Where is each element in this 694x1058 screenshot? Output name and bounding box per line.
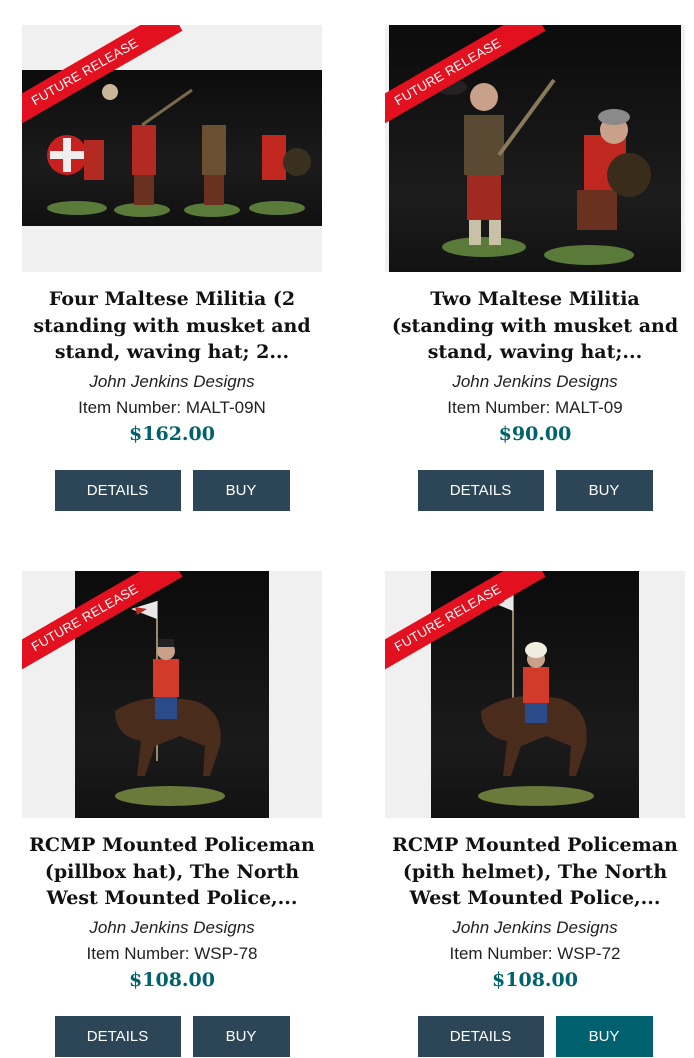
product-image[interactable]: FUTURE RELEASE (385, 25, 685, 272)
buy-button[interactable]: BUY (555, 1016, 653, 1057)
product-card: FUTURE RELEASE RCMP Mounted Policeman (p… (22, 571, 322, 1057)
details-button[interactable]: DETAILS (417, 470, 544, 511)
product-title[interactable]: Two Maltese Militia (standing with muske… (385, 286, 685, 366)
product-title[interactable]: Four Maltese Militia (2 standing with mu… (22, 286, 322, 366)
buy-button[interactable]: BUY (192, 470, 290, 511)
details-button[interactable]: DETAILS (417, 1016, 544, 1057)
product-actions: DETAILS BUY (22, 470, 322, 511)
product-card: FUTURE RELEASE Two Maltese Militia (stan… (385, 25, 685, 511)
product-card: FUTURE RELEASE Four Maltese Militia (2 s… (22, 25, 322, 511)
product-brand: John Jenkins Designs (452, 372, 618, 391)
product-actions: DETAILS BUY (385, 1016, 685, 1057)
product-actions: DETAILS BUY (385, 470, 685, 511)
item-number: Item Number: WSP-72 (449, 944, 621, 963)
product-actions: DETAILS BUY (22, 1016, 322, 1057)
details-button[interactable]: DETAILS (54, 470, 181, 511)
product-brand: John Jenkins Designs (452, 918, 618, 937)
product-price: $108.00 (129, 969, 215, 991)
product-card: FUTURE RELEASE RCMP Mounted Policeman (p… (385, 571, 685, 1057)
buy-button[interactable]: BUY (555, 470, 653, 511)
item-number: Item Number: MALT-09N (78, 398, 266, 417)
product-brand: John Jenkins Designs (89, 372, 255, 391)
item-number: Item Number: MALT-09 (447, 398, 623, 417)
product-photo (389, 25, 681, 272)
product-title[interactable]: RCMP Mounted Policeman (pillbox hat), Th… (22, 832, 322, 912)
product-price: $162.00 (129, 423, 215, 445)
product-image[interactable]: FUTURE RELEASE (22, 571, 322, 818)
product-brand: John Jenkins Designs (89, 918, 255, 937)
product-price: $90.00 (498, 423, 572, 445)
details-button[interactable]: DETAILS (54, 1016, 181, 1057)
product-price: $108.00 (492, 969, 578, 991)
buy-button[interactable]: BUY (192, 1016, 290, 1057)
product-image[interactable]: FUTURE RELEASE (22, 25, 322, 272)
product-title[interactable]: RCMP Mounted Policeman (pith helmet), Th… (385, 832, 685, 912)
item-number: Item Number: WSP-78 (86, 944, 258, 963)
product-image[interactable]: FUTURE RELEASE (385, 571, 685, 818)
